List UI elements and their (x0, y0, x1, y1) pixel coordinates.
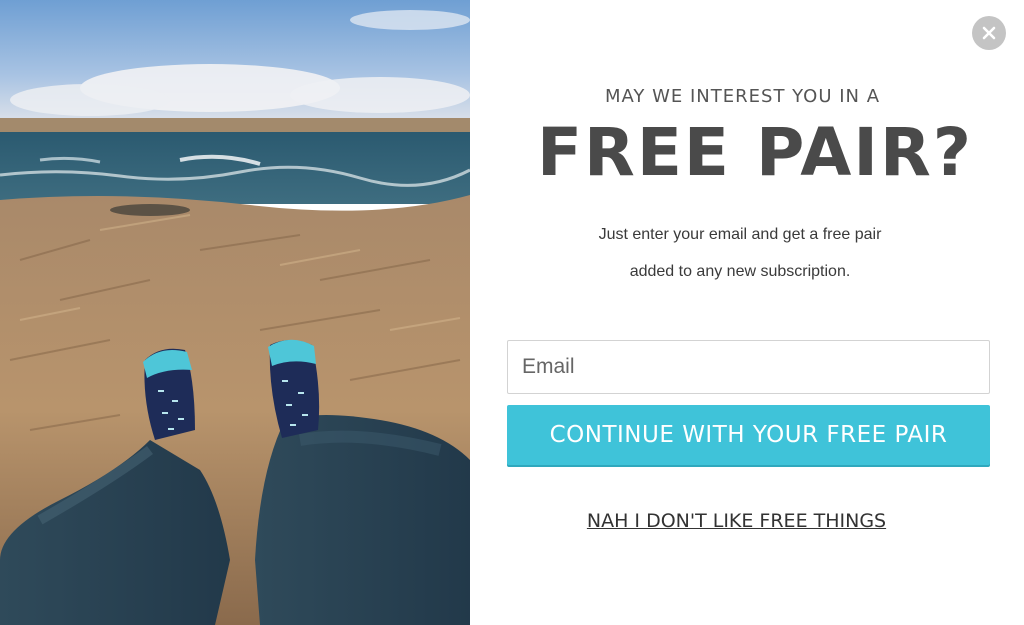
close-icon (982, 26, 996, 40)
email-input[interactable] (507, 340, 990, 394)
popup-description-line-2: added to any new subscription. (629, 263, 851, 280)
decline-link[interactable]: NAH I DON'T LIKE FREE THINGS (540, 510, 933, 532)
popup-kicker: MAY WE INTEREST YOU IN A (604, 86, 881, 107)
close-button[interactable] (972, 16, 1006, 50)
popup-headline: FREE PAIR? (536, 114, 974, 191)
free-pair-popup: MAY WE INTEREST YOU IN A FREE PAIR? Just… (0, 0, 1024, 625)
continue-free-pair-button[interactable]: CONTINUE WITH YOUR FREE PAIR (507, 405, 990, 465)
hero-photo (0, 0, 470, 625)
popup-description-line-1: Just enter your email and get a free pai… (598, 226, 882, 243)
